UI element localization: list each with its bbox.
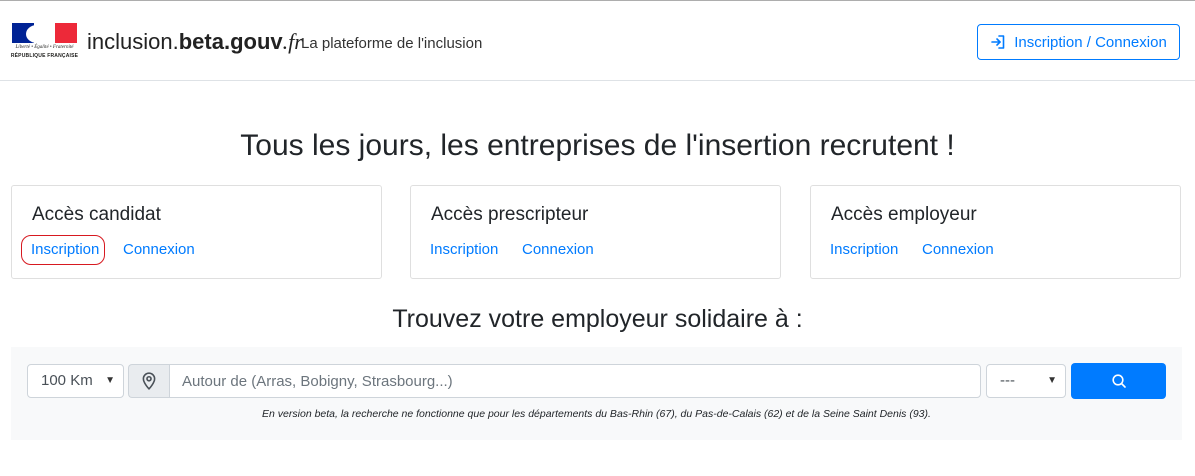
brand-part-2: beta [178,29,224,54]
brand-part-1: inclusion. [87,29,179,54]
city-search-input[interactable] [169,364,981,398]
location-pin-icon [128,364,169,398]
chevron-down-icon: ▼ [105,375,115,386]
search-title: Trouvez votre employeur solidaire à : [392,305,803,333]
brand-part-4: .fr [282,29,303,54]
employer-login-link[interactable]: Connexion [922,241,994,258]
card-candidate: Accès candidat Inscription Connexion [11,185,382,279]
site-header: Liberté • Égalité • Fraternité RÉPUBLIQU… [0,1,1195,81]
french-flag-icon [12,23,77,43]
signup-login-label: Inscription / Connexion [1014,33,1167,51]
employer-signup-link[interactable]: Inscription [830,241,898,258]
sign-in-icon [991,35,1005,49]
distance-value: 100 Km [41,372,93,389]
site-brand[interactable]: inclusion.beta.gouv.fr [87,29,303,55]
prescriber-signup-link[interactable]: Inscription [430,241,498,258]
department-select[interactable]: --- ▼ [986,364,1066,398]
card-title: Accès candidat [32,204,161,225]
search-icon [1111,374,1126,388]
card-title: Accès prescripteur [431,204,589,225]
card-prescriber: Accès prescripteur Inscription Connexion [410,185,781,279]
department-value: --- [1000,372,1015,389]
candidate-signup-link[interactable]: Inscription [20,235,106,265]
card-employer: Accès employeur Inscription Connexion [810,185,1181,279]
logo-motto: Liberté • Égalité • Fraternité [15,45,74,50]
logo-republic: RÉPUBLIQUE FRANÇAISE [10,53,79,59]
signup-login-button[interactable]: Inscription / Connexion [977,24,1180,60]
brand-part-3: .gouv [223,29,283,54]
site-tagline: La plateforme de l'inclusion [301,35,483,52]
beta-search-note: En version beta, la recherche ne fonctio… [262,408,931,420]
search-panel: 100 Km ▼ --- ▼ En version beta, la reche… [11,347,1182,440]
distance-select[interactable]: 100 Km ▼ [27,364,124,398]
search-button[interactable] [1071,363,1166,399]
card-title: Accès employeur [831,204,977,225]
page-title: Tous les jours, les entreprises de l'ins… [240,129,955,162]
republique-francaise-logo[interactable]: Liberté • Égalité • Fraternité RÉPUBLIQU… [10,23,79,61]
candidate-login-link[interactable]: Connexion [123,241,195,258]
prescriber-login-link[interactable]: Connexion [522,241,594,258]
chevron-down-icon: ▼ [1047,375,1057,386]
